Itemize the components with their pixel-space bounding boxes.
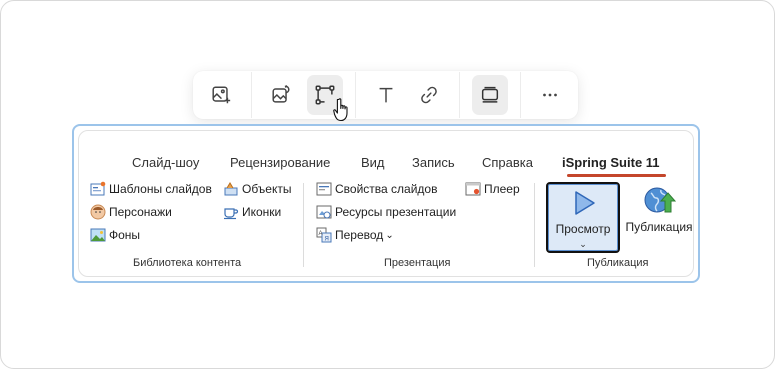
- add-image-icon: [212, 86, 230, 104]
- chevron-down-icon: ⌄: [385, 229, 394, 241]
- tab-view[interactable]: Вид: [361, 155, 385, 170]
- toolbar-divider: [354, 72, 356, 118]
- globe-publish-icon: [644, 187, 677, 213]
- translation-button[interactable]: AЯ Перевод ⌄: [316, 227, 394, 243]
- link-button[interactable]: [411, 75, 447, 115]
- toolbar-divider: [519, 72, 521, 118]
- toolbar-divider: [458, 72, 460, 118]
- add-image-button[interactable]: [203, 75, 239, 115]
- image-edit-icon: [272, 85, 290, 103]
- slide-templates-button[interactable]: Шаблоны слайдов: [90, 181, 212, 197]
- layout-icon: [481, 86, 498, 103]
- active-tab-underline: [567, 174, 666, 177]
- preview-label: Просмотр: [555, 222, 611, 236]
- objects-label: Объекты: [242, 182, 292, 196]
- play-icon: [575, 191, 595, 215]
- slide-templates-label: Шаблоны слайдов: [109, 182, 212, 196]
- svg-text:Я: Я: [325, 237, 329, 243]
- svg-text:A: A: [319, 231, 323, 237]
- player-label: Плеер: [484, 182, 520, 196]
- characters-icon: [90, 204, 106, 220]
- presentation-group-label: Презентация: [384, 257, 451, 269]
- publish-button[interactable]: Публикация: [623, 185, 695, 245]
- tab-record[interactable]: Запись: [412, 155, 455, 170]
- tab-ispring-suite[interactable]: iSpring Suite 11: [562, 155, 660, 170]
- characters-label: Персонажи: [109, 205, 172, 219]
- translation-icon: AЯ: [316, 227, 332, 243]
- preview-button[interactable]: Просмотр ⌄: [546, 182, 620, 253]
- objects-button[interactable]: Объекты: [223, 181, 292, 197]
- more-button[interactable]: [532, 75, 568, 115]
- presentation-resources-label: Ресурсы презентации: [335, 205, 457, 219]
- ribbon-panel: Слайд-шоу Рецензирование Вид Запись Спра…: [72, 124, 700, 283]
- slide-templates-icon: [90, 181, 106, 196]
- tab-slideshow[interactable]: Слайд-шоу: [132, 155, 199, 170]
- layout-button[interactable]: [471, 75, 508, 115]
- presentation-resources-icon: [316, 205, 332, 219]
- slide-properties-icon: [316, 182, 332, 196]
- more-icon: [543, 93, 558, 97]
- cup-icon: [224, 208, 239, 220]
- characters-button[interactable]: Персонажи: [90, 204, 172, 220]
- chevron-down-icon: ⌄: [579, 239, 587, 249]
- publish-label: Публикация: [625, 220, 693, 234]
- icons-button[interactable]: Иконки: [223, 204, 281, 220]
- floating-toolbar: [193, 71, 578, 119]
- tab-review[interactable]: Рецензирование: [230, 155, 330, 170]
- group-divider: [303, 183, 304, 267]
- player-icon: [465, 182, 481, 196]
- backgrounds-icon: [90, 228, 106, 242]
- player-button[interactable]: Плеер: [465, 181, 520, 197]
- icons-label: Иконки: [242, 205, 282, 219]
- group-divider: [534, 183, 535, 267]
- text-button[interactable]: [368, 75, 404, 115]
- backgrounds-button[interactable]: Фоны: [90, 227, 140, 243]
- backgrounds-label: Фоны: [109, 228, 141, 242]
- image-edit-button[interactable]: [264, 75, 300, 115]
- slide-properties-label: Свойства слайдов: [335, 182, 438, 196]
- content-library-group-label: Библиотека контента: [133, 257, 242, 269]
- presentation-resources-button[interactable]: Ресурсы презентации: [316, 204, 456, 220]
- text-icon: [379, 87, 392, 103]
- toolbar-divider: [250, 72, 252, 118]
- publishing-group-label: Публикация: [587, 257, 649, 269]
- link-icon: [421, 86, 437, 104]
- translation-label: Перевод: [335, 228, 384, 242]
- slide-properties-button[interactable]: Свойства слайдов: [316, 181, 437, 197]
- ribbon-tabs: Слайд-шоу Рецензирование Вид Запись Спра…: [79, 155, 693, 175]
- hand-cursor-icon: [333, 98, 348, 122]
- objects-icon: [224, 182, 238, 196]
- tab-help[interactable]: Справка: [482, 155, 533, 170]
- ribbon-inner: Слайд-шоу Рецензирование Вид Запись Спра…: [78, 130, 694, 277]
